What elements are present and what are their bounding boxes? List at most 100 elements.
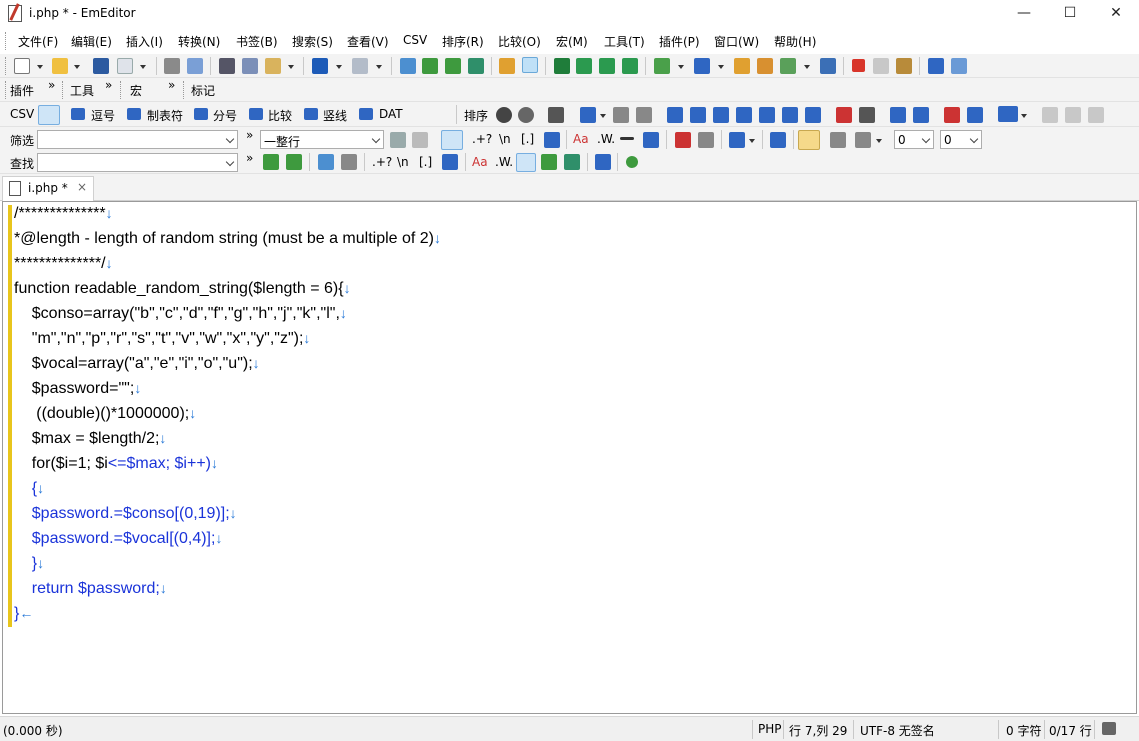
column-select-icon[interactable] [580, 107, 596, 123]
split-view-icon[interactable] [890, 107, 906, 123]
copy-icon[interactable] [242, 58, 258, 74]
window-wrap-icon[interactable] [599, 58, 615, 74]
run-macro-icon[interactable] [873, 58, 889, 74]
code-line[interactable]: $password="";↓ [14, 380, 142, 405]
dat-button[interactable]: DAT [379, 107, 403, 121]
configure-icon[interactable] [694, 58, 710, 74]
chevron-down-icon[interactable] [371, 134, 381, 144]
filter-copy-icon[interactable] [698, 132, 714, 148]
diff-prev-icon[interactable] [1042, 107, 1058, 123]
semicolon-button[interactable]: 分号 [213, 107, 237, 124]
filter-window-icon[interactable] [770, 132, 786, 148]
plugins-toolbar-label[interactable]: 插件 [10, 82, 34, 99]
sort-lines-icon[interactable] [782, 107, 798, 123]
code-line[interactable]: ((double)()*1000000);↓ [14, 405, 196, 430]
filter-extract-icon[interactable] [855, 132, 871, 148]
menu-csv[interactable]: CSV [403, 33, 427, 47]
minimize-button[interactable]: — [1001, 0, 1047, 28]
find-fuzzy-icon[interactable] [442, 154, 458, 170]
tab-separated-button[interactable]: 制表符 [147, 107, 183, 124]
wrap-icon[interactable] [576, 58, 592, 74]
status-cursor-position[interactable]: 行 7,列 29 [789, 722, 847, 739]
find-bug-icon[interactable] [541, 154, 557, 170]
code-line[interactable]: *@length - length of random string (must… [14, 230, 441, 255]
find-bracket-toggle[interactable]: [.] [419, 155, 432, 169]
filter-regex-toggle[interactable]: .+? [472, 132, 492, 146]
filter-bracket-toggle[interactable]: [.] [521, 132, 534, 146]
outline-icon[interactable] [820, 58, 836, 74]
code-line[interactable]: for($i=1; $i<=$max; $i++)↓ [14, 455, 218, 480]
properties-icon[interactable] [757, 58, 773, 74]
record-macro-icon[interactable] [852, 59, 865, 72]
find-overflow[interactable]: » [246, 151, 253, 165]
menu-help[interactable]: 帮助(H) [774, 33, 816, 50]
filter-bookmark-icon[interactable] [675, 132, 691, 148]
code-line[interactable]: $conso=array("b","c","d","f","g","h","j"… [14, 305, 347, 330]
code-line[interactable]: $max = $length/2;↓ [14, 430, 167, 455]
filter-icon[interactable] [522, 57, 538, 73]
find-list-icon[interactable] [564, 154, 580, 170]
delete-column-icon[interactable] [636, 107, 652, 123]
menu-search[interactable]: 搜索(S) [292, 33, 333, 50]
find-in-files-icon[interactable] [499, 58, 515, 74]
clear-filter-icon[interactable] [412, 132, 428, 148]
code-line[interactable]: $password.=$conso[(0,19)];↓ [14, 505, 237, 530]
macro-toolbar-label[interactable]: 宏 [130, 82, 142, 99]
save-as-icon[interactable] [117, 58, 133, 74]
filter-mode-select[interactable]: 一整行 [260, 130, 384, 149]
customize-icon[interactable] [734, 58, 750, 74]
code-line[interactable]: **************/↓ [14, 255, 113, 280]
tools-overflow[interactable]: » [105, 78, 112, 92]
menu-plugins[interactable]: 插件(P) [659, 33, 700, 50]
filter-context-after-select[interactable]: 0 [940, 130, 982, 149]
diff-merge-icon[interactable] [1088, 107, 1104, 123]
macro-options-icon[interactable] [896, 58, 912, 74]
filter-marker-icon[interactable] [830, 132, 846, 148]
chevron-down-icon[interactable] [969, 134, 979, 144]
tools-toolbar-label[interactable]: 工具 [70, 82, 94, 99]
ruler-icon[interactable] [998, 106, 1018, 122]
new-dropdown-arrow[interactable] [37, 65, 43, 69]
code-line[interactable]: }↓ [14, 555, 44, 580]
find-input[interactable] [37, 153, 238, 172]
line-numbers-icon[interactable] [944, 107, 960, 123]
undo-icon[interactable] [312, 58, 328, 74]
find-icon[interactable] [400, 58, 416, 74]
redo-icon[interactable] [352, 58, 368, 74]
clipboard-icon[interactable] [654, 58, 670, 74]
plugin-settings-icon[interactable] [951, 58, 967, 74]
editor-pane[interactable]: /**************↓ *@length - length of ran… [2, 201, 1137, 714]
diff-next-icon[interactable] [1065, 107, 1081, 123]
code-line[interactable]: "m","n","p","r","s","t","v","w","x","y",… [14, 330, 311, 355]
filter-negate-icon[interactable] [620, 137, 634, 140]
toolbar-window-icon[interactable] [928, 58, 944, 74]
menu-insert[interactable]: 插入(I) [126, 33, 163, 50]
find-regex-toggle[interactable]: .+? [372, 155, 392, 169]
find-highlight-icon[interactable] [516, 153, 536, 172]
find-next-icon[interactable] [422, 58, 438, 74]
find-escape-toggle[interactable]: \n [397, 155, 409, 169]
menu-compare[interactable]: 比较(O) [498, 33, 541, 50]
menu-view[interactable]: 查看(V) [347, 33, 389, 50]
filter-input[interactable] [37, 130, 238, 149]
code-line[interactable]: $vocal=array("a","e","i","o","u");↓ [14, 355, 260, 380]
macro-overflow[interactable]: » [168, 78, 175, 92]
filter-funnel-icon[interactable] [643, 132, 659, 148]
compare-button[interactable]: 比较 [268, 107, 292, 124]
find-case-toggle[interactable]: Aa [472, 155, 488, 169]
code-line[interactable]: $password.=$vocal[(0,4)];↓ [14, 530, 223, 555]
menu-macro[interactable]: 宏(M) [556, 33, 588, 50]
status-encoding[interactable]: UTF-8 无签名 [860, 722, 935, 739]
filter-down-icon[interactable] [729, 132, 745, 148]
menu-window[interactable]: 窗口(W) [714, 33, 759, 50]
code-line[interactable]: }← [14, 605, 33, 630]
sort-random-icon[interactable] [805, 107, 821, 123]
status-language[interactable]: PHP [758, 722, 782, 736]
filter-overflow[interactable]: » [246, 128, 253, 142]
filter-context-before-select[interactable]: 0 [894, 130, 934, 149]
menu-tools[interactable]: 工具(T) [604, 33, 645, 50]
keyboard-icon[interactable] [1102, 722, 1116, 735]
code-line[interactable]: function readable_random_string($length … [14, 280, 351, 305]
code-line[interactable]: return $password;↓ [14, 580, 167, 605]
csv-tools-icon[interactable] [548, 107, 564, 123]
